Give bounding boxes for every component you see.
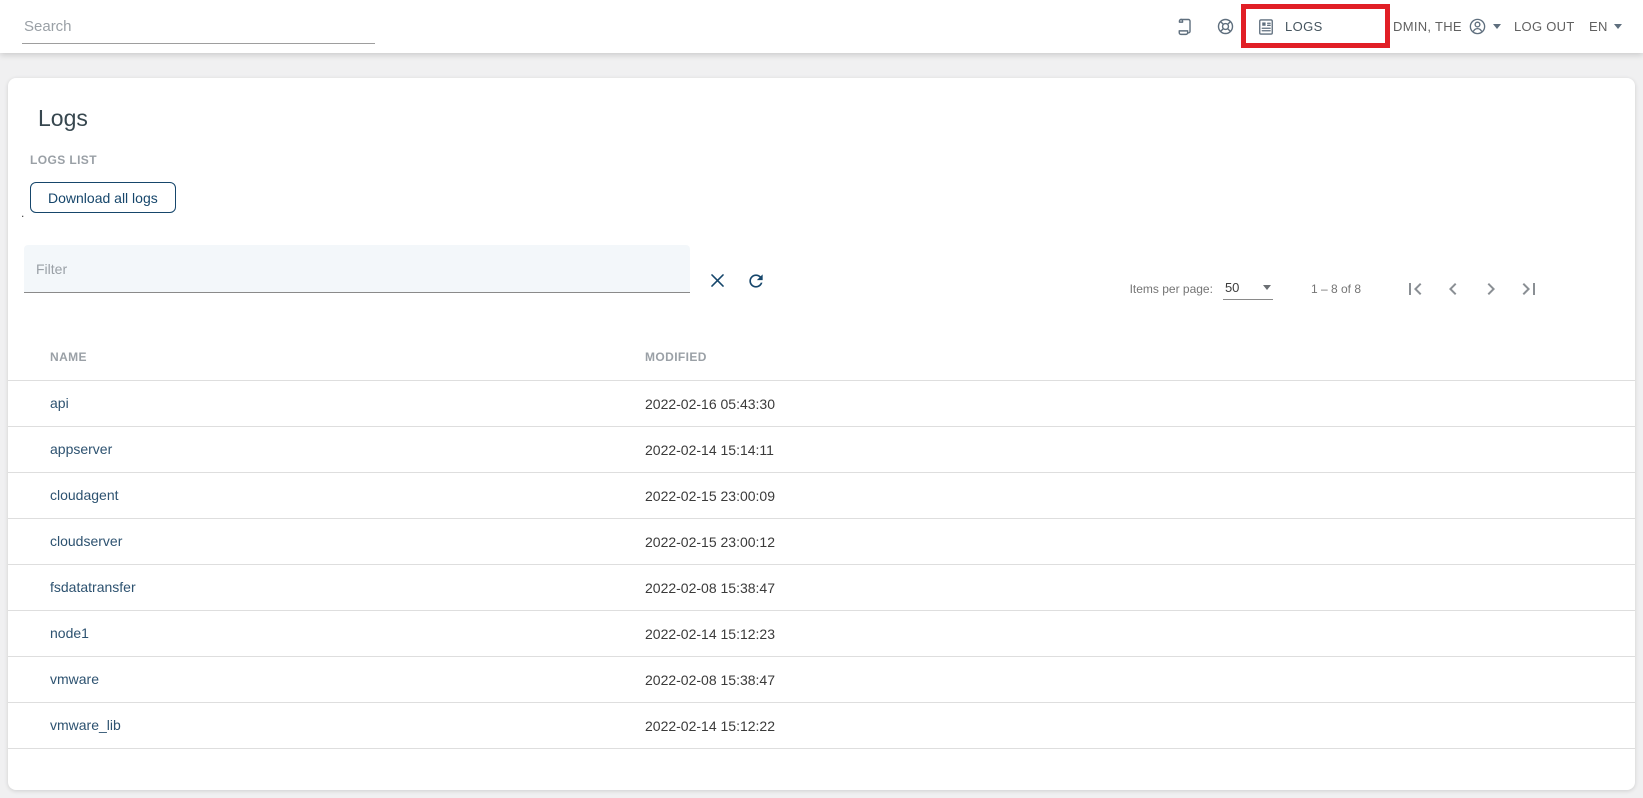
help-lifebuoy-icon[interactable] <box>1215 0 1236 53</box>
log-modified: 2022-02-16 05:43:30 <box>645 395 775 412</box>
logs-card: Logs LOGS LIST Download all logs . Items… <box>8 78 1635 790</box>
global-search <box>22 14 375 44</box>
next-page-button[interactable] <box>1479 277 1503 301</box>
table-row[interactable]: fsdatatransfer 2022-02-08 15:38:47 <box>8 565 1635 611</box>
chevron-down-icon <box>1613 24 1622 29</box>
page-title: Logs <box>38 105 88 131</box>
download-all-logs-button[interactable]: Download all logs <box>30 182 176 213</box>
chevron-down-icon <box>1262 285 1271 290</box>
language-menu[interactable]: EN <box>1589 0 1622 53</box>
log-modified: 2022-02-14 15:12:22 <box>645 717 775 734</box>
stray-dot: . <box>21 206 25 220</box>
search-input[interactable] <box>22 14 375 44</box>
newspaper-icon <box>1256 17 1276 37</box>
first-page-button[interactable] <box>1403 277 1427 301</box>
log-name-link[interactable]: api <box>50 395 69 411</box>
log-modified: 2022-02-08 15:38:47 <box>645 671 775 688</box>
section-label: LOGS LIST <box>30 153 97 167</box>
refresh-icon[interactable] <box>746 271 766 291</box>
column-header-name: NAME <box>50 349 87 364</box>
nav-logs-button[interactable]: LOGS <box>1256 0 1323 53</box>
log-name-link[interactable]: cloudserver <box>50 533 122 549</box>
logout-button[interactable]: LOG OUT <box>1514 0 1575 53</box>
user-menu-label: DMIN, THE <box>1393 19 1462 34</box>
table-row[interactable]: cloudserver 2022-02-15 23:00:12 <box>8 519 1635 565</box>
chevron-down-icon <box>1492 24 1501 29</box>
filter-field <box>24 245 690 293</box>
log-modified: 2022-02-14 15:14:11 <box>645 441 774 458</box>
table-row[interactable]: appserver 2022-02-14 15:14:11 <box>8 427 1635 473</box>
filter-band: Items per page: 50 1 – 8 of 8 <box>8 245 1635 300</box>
table-row[interactable]: api 2022-02-16 05:43:30 <box>8 381 1635 427</box>
filter-input[interactable] <box>24 245 690 292</box>
log-name-link[interactable]: node1 <box>50 625 89 641</box>
log-modified: 2022-02-14 15:12:23 <box>645 625 775 642</box>
user-avatar-icon <box>1468 17 1487 36</box>
last-page-button[interactable] <box>1517 277 1541 301</box>
page-background: Logs LOGS LIST Download all logs . Items… <box>0 53 1643 798</box>
table-row[interactable]: vmware 2022-02-08 15:38:47 <box>8 657 1635 703</box>
log-modified: 2022-02-15 23:00:12 <box>645 533 775 550</box>
log-name-link[interactable]: vmware <box>50 671 99 687</box>
top-bar: LOGS DMIN, THE LOG OUT EN <box>0 0 1643 53</box>
log-name-link[interactable]: vmware_lib <box>50 717 121 733</box>
log-modified: 2022-02-08 15:38:47 <box>645 579 775 596</box>
log-modified: 2022-02-15 23:00:09 <box>645 487 775 504</box>
table-row[interactable]: vmware_lib 2022-02-14 15:12:22 <box>8 703 1635 749</box>
table-header-row: NAME MODIFIED <box>8 333 1635 381</box>
page-size-select[interactable]: 50 <box>1222 278 1273 300</box>
page-range-label: 1 – 8 of 8 <box>1310 282 1361 296</box>
column-header-modified: MODIFIED <box>645 349 707 364</box>
table-row[interactable]: node1 2022-02-14 15:12:23 <box>8 611 1635 657</box>
license-scroll-icon[interactable] <box>1174 0 1195 53</box>
language-label: EN <box>1589 19 1608 34</box>
paginator: Items per page: 50 1 – 8 of 8 <box>1130 277 1541 301</box>
clear-filter-icon[interactable] <box>708 271 727 290</box>
user-menu[interactable]: DMIN, THE <box>1393 0 1501 53</box>
nav-logs-label: LOGS <box>1285 19 1323 34</box>
items-per-page-label: Items per page: <box>1129 282 1213 296</box>
log-name-link[interactable]: cloudagent <box>50 487 119 503</box>
logout-label: LOG OUT <box>1514 19 1575 34</box>
table-row[interactable]: cloudagent 2022-02-15 23:00:09 <box>8 473 1635 519</box>
logs-table: NAME MODIFIED api 2022-02-16 05:43:30 ap… <box>8 333 1635 749</box>
page-size-value: 50 <box>1224 280 1240 295</box>
log-name-link[interactable]: fsdatatransfer <box>50 579 136 595</box>
log-name-link[interactable]: appserver <box>50 441 112 457</box>
previous-page-button[interactable] <box>1441 277 1465 301</box>
